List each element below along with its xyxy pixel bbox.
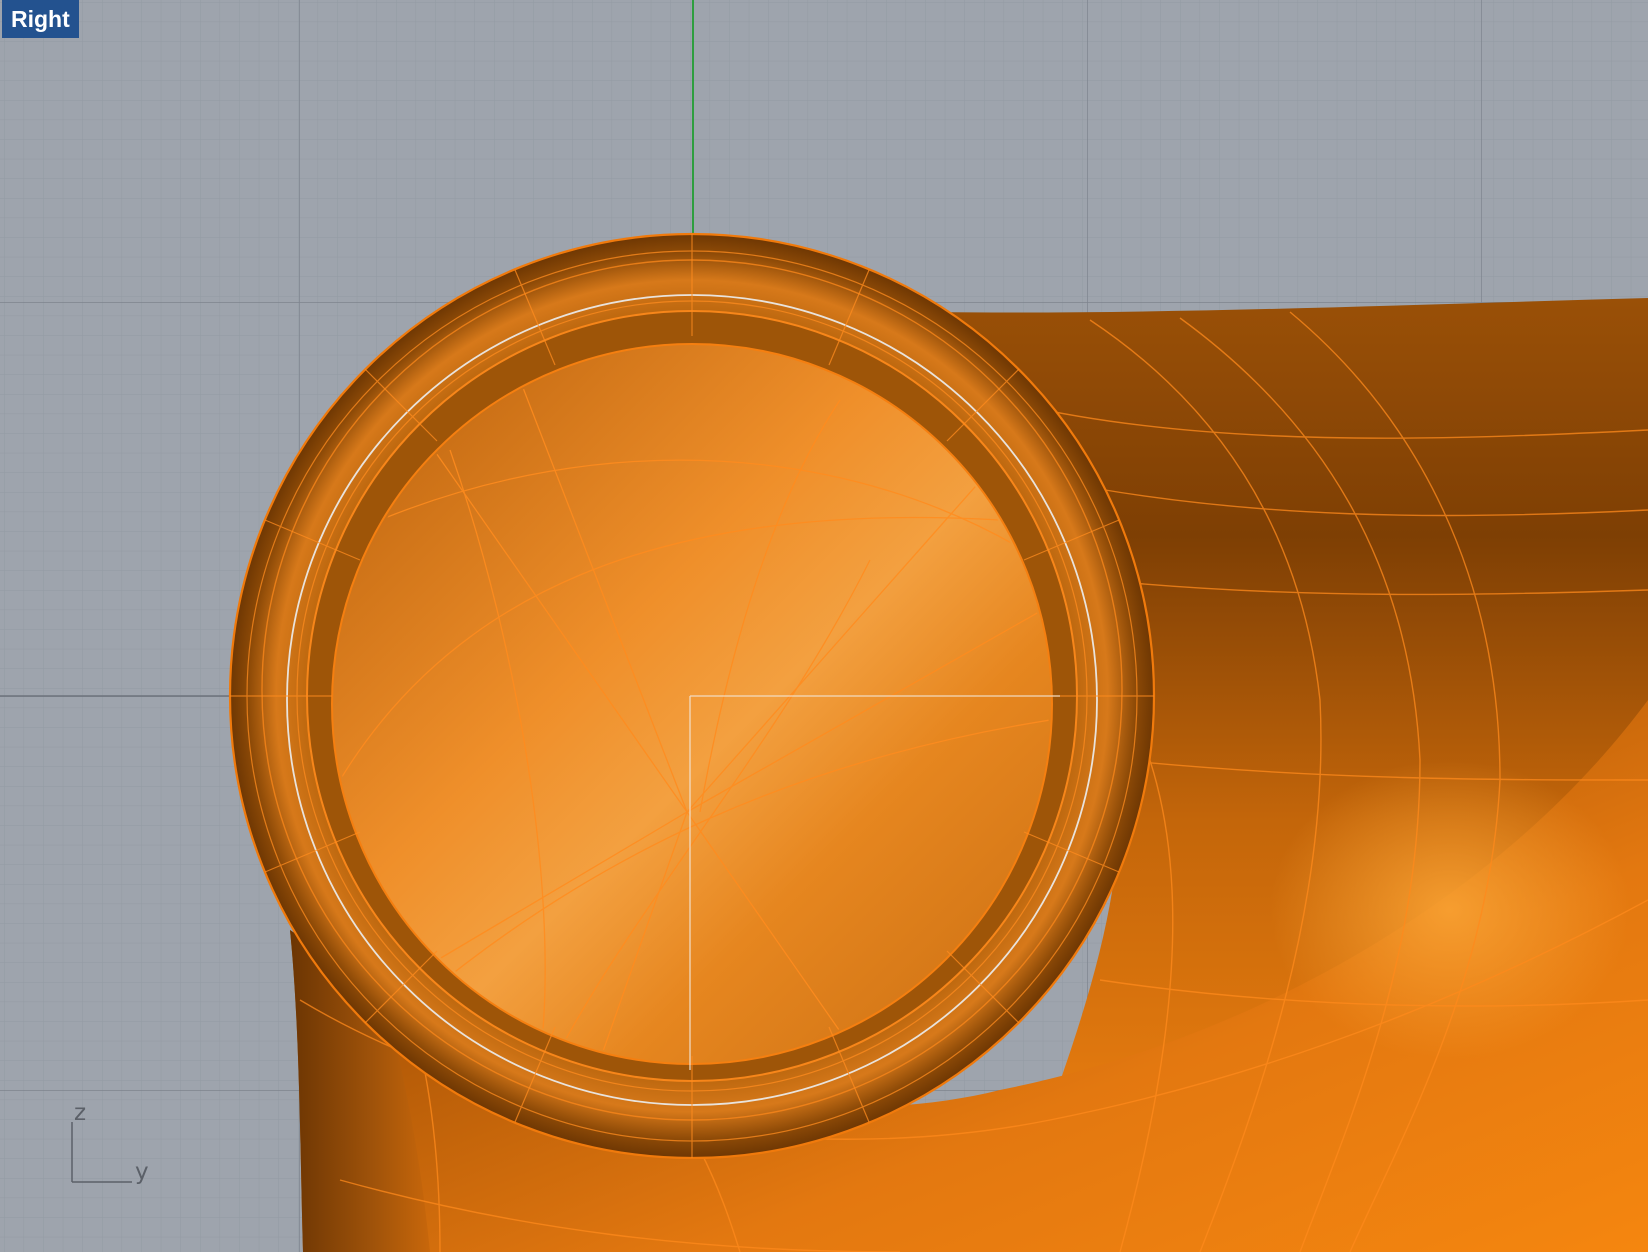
model-canvas[interactable] xyxy=(0,0,1648,1252)
pipe-inner-surface xyxy=(331,343,1053,1065)
axis-y-label: y xyxy=(135,1159,149,1185)
axis-widget xyxy=(71,1122,132,1183)
axis-z-label: z xyxy=(74,1100,87,1126)
surface-highlight xyxy=(1270,760,1630,1060)
viewport-right[interactable]: Right z y xyxy=(0,0,1648,1252)
viewport-title-tab[interactable]: Right xyxy=(2,0,79,38)
